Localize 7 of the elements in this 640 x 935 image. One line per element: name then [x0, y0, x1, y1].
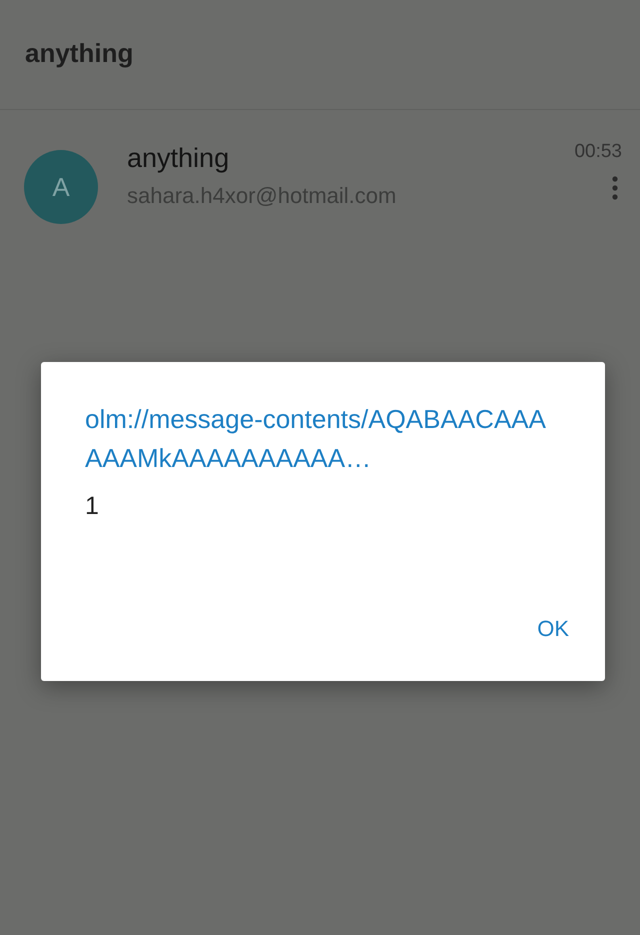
dialog-message: 1 [85, 492, 100, 521]
app-title: anything [25, 38, 134, 69]
ok-button[interactable]: OK [521, 610, 585, 648]
message-time: 00:53 [574, 141, 622, 163]
avatar: A [24, 150, 98, 224]
dialog-title: olm://message-contents/AQABAACAAAAAAMkAAAAAAAAAA… [85, 403, 547, 475]
sender-name: anything [127, 142, 230, 175]
